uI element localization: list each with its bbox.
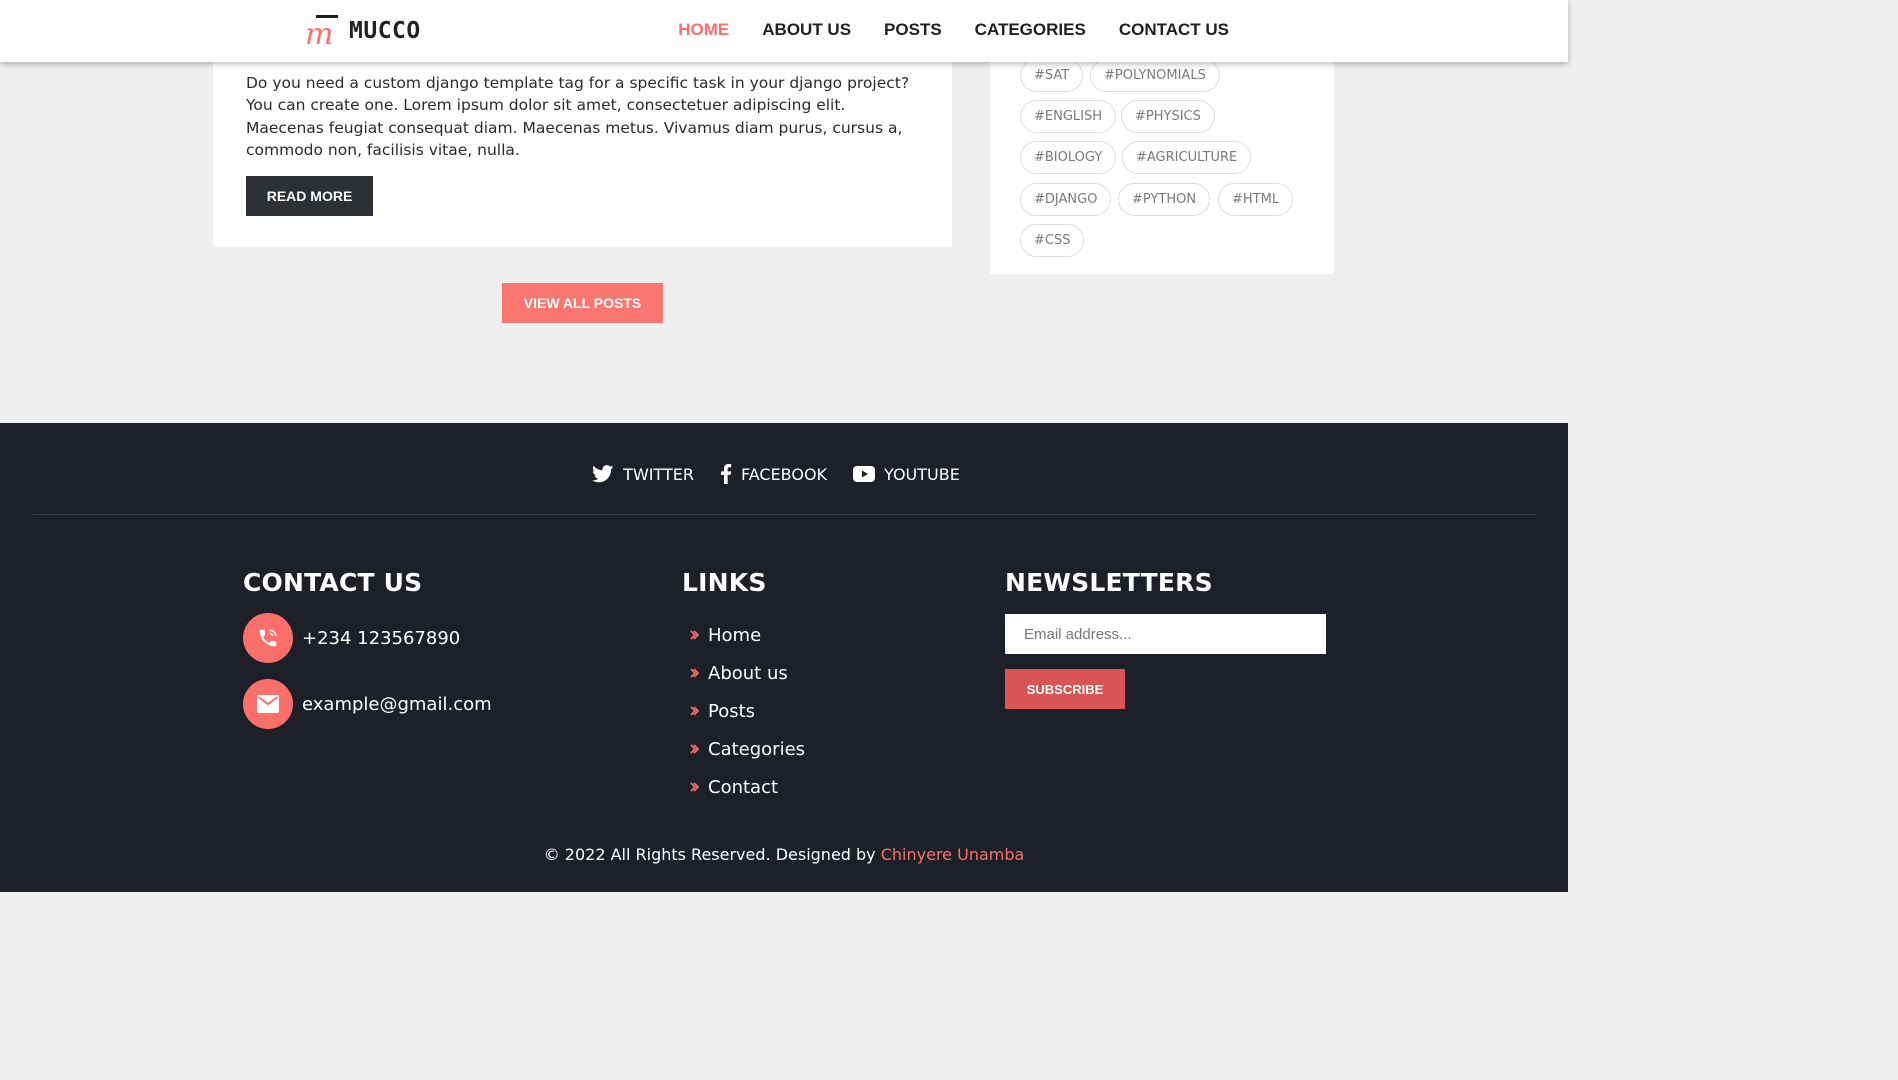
tag-sat[interactable]: #SAT [1020,59,1084,92]
footer-link-label: Home [708,624,762,646]
site-header: m MUCCO HOME ABOUT US POSTS CATEGORIES C… [0,0,1568,62]
contact-title: CONTACT US [243,568,423,597]
tag-html[interactable]: #HTML [1218,183,1294,216]
phone-icon [243,613,293,663]
read-more-button[interactable]: READ MORE [246,176,373,216]
youtube-label: YOUTUBE [884,464,960,484]
logo-mark-icon: m [305,15,338,48]
main-nav: HOME ABOUT US POSTS CATEGORIES CONTACT U… [678,20,1229,40]
tag-agriculture[interactable]: #AGRICULTURE [1122,141,1252,174]
twitter-label: TWITTER [623,464,694,484]
site-footer: TWITTER FACEBOOK YOUTUBE CONTACT US +234… [0,423,1568,892]
tag-english[interactable]: #ENGLISH [1020,100,1117,133]
tag-css[interactable]: #CSS [1020,224,1085,257]
chevron-right-icon [690,744,700,754]
tag-python[interactable]: #PYTHON [1118,183,1211,216]
view-all-posts-button[interactable]: VIEW ALL POSTS [502,283,663,323]
brand-logo[interactable]: m MUCCO [305,14,421,48]
facebook-label: FACEBOOK [740,464,828,484]
chevron-right-icon [690,630,700,640]
contact-phone[interactable]: +234 123567890 [243,613,460,663]
newsletter-title: NEWSLETTERS [1005,568,1213,597]
mail-icon [243,679,293,729]
footer-link-label: About us [708,662,788,684]
footer-link-posts[interactable]: Posts [690,692,805,730]
copyright: © 2022 All Rights Reserved. Designed by … [0,845,1568,864]
footer-link-about[interactable]: About us [690,654,805,692]
chevron-right-icon [690,668,700,678]
designer-link[interactable]: Chinyere Unamba [881,845,1025,864]
brand-name: MUCCO [349,18,421,44]
footer-link-label: Posts [708,700,756,722]
twitter-icon [592,465,614,483]
copyright-text: © 2022 All Rights Reserved. Designed by [543,845,881,864]
chevron-right-icon [690,782,700,792]
nav-categories[interactable]: CATEGORIES [975,20,1086,40]
tag-polynomials[interactable]: #POLYNOMIALS [1090,59,1220,92]
chevron-right-icon [690,706,700,716]
svg-text:m: m [305,17,333,48]
nav-home[interactable]: HOME [678,20,729,40]
footer-divider [33,514,1536,515]
footer-link-contact[interactable]: Contact [690,768,805,806]
contact-email[interactable]: example@gmail.com [243,679,492,729]
tag-django[interactable]: #DJANGO [1020,183,1112,216]
links-title: LINKS [682,568,767,597]
youtube-link[interactable]: YOUTUBE [853,464,960,484]
subscribe-button[interactable]: SUBSCRIBE [1005,669,1125,709]
twitter-link[interactable]: TWITTER [592,464,694,484]
facebook-icon [720,464,732,484]
nav-contact-us[interactable]: CONTACT US [1119,20,1229,40]
footer-links: Home About us Posts Categories Contact [690,616,805,806]
post-excerpt: Do you need a custom django template tag… [246,74,910,159]
email-address: example@gmail.com [302,693,492,715]
tag-biology[interactable]: #BIOLOGY [1020,141,1117,174]
footer-link-label: Categories [708,738,806,760]
youtube-icon [853,466,876,482]
nav-about-us[interactable]: ABOUT US [762,20,851,40]
footer-link-categories[interactable]: Categories [690,730,805,768]
phone-number: +234 123567890 [302,627,461,649]
footer-link-label: Contact [708,776,779,798]
newsletter-email-input[interactable] [1005,614,1326,654]
nav-posts[interactable]: POSTS [884,20,942,40]
footer-link-home[interactable]: Home [690,616,805,654]
facebook-link[interactable]: FACEBOOK [720,464,827,484]
social-links: TWITTER FACEBOOK YOUTUBE [0,464,1568,484]
tag-physics[interactable]: #PHYSICS [1121,100,1215,133]
